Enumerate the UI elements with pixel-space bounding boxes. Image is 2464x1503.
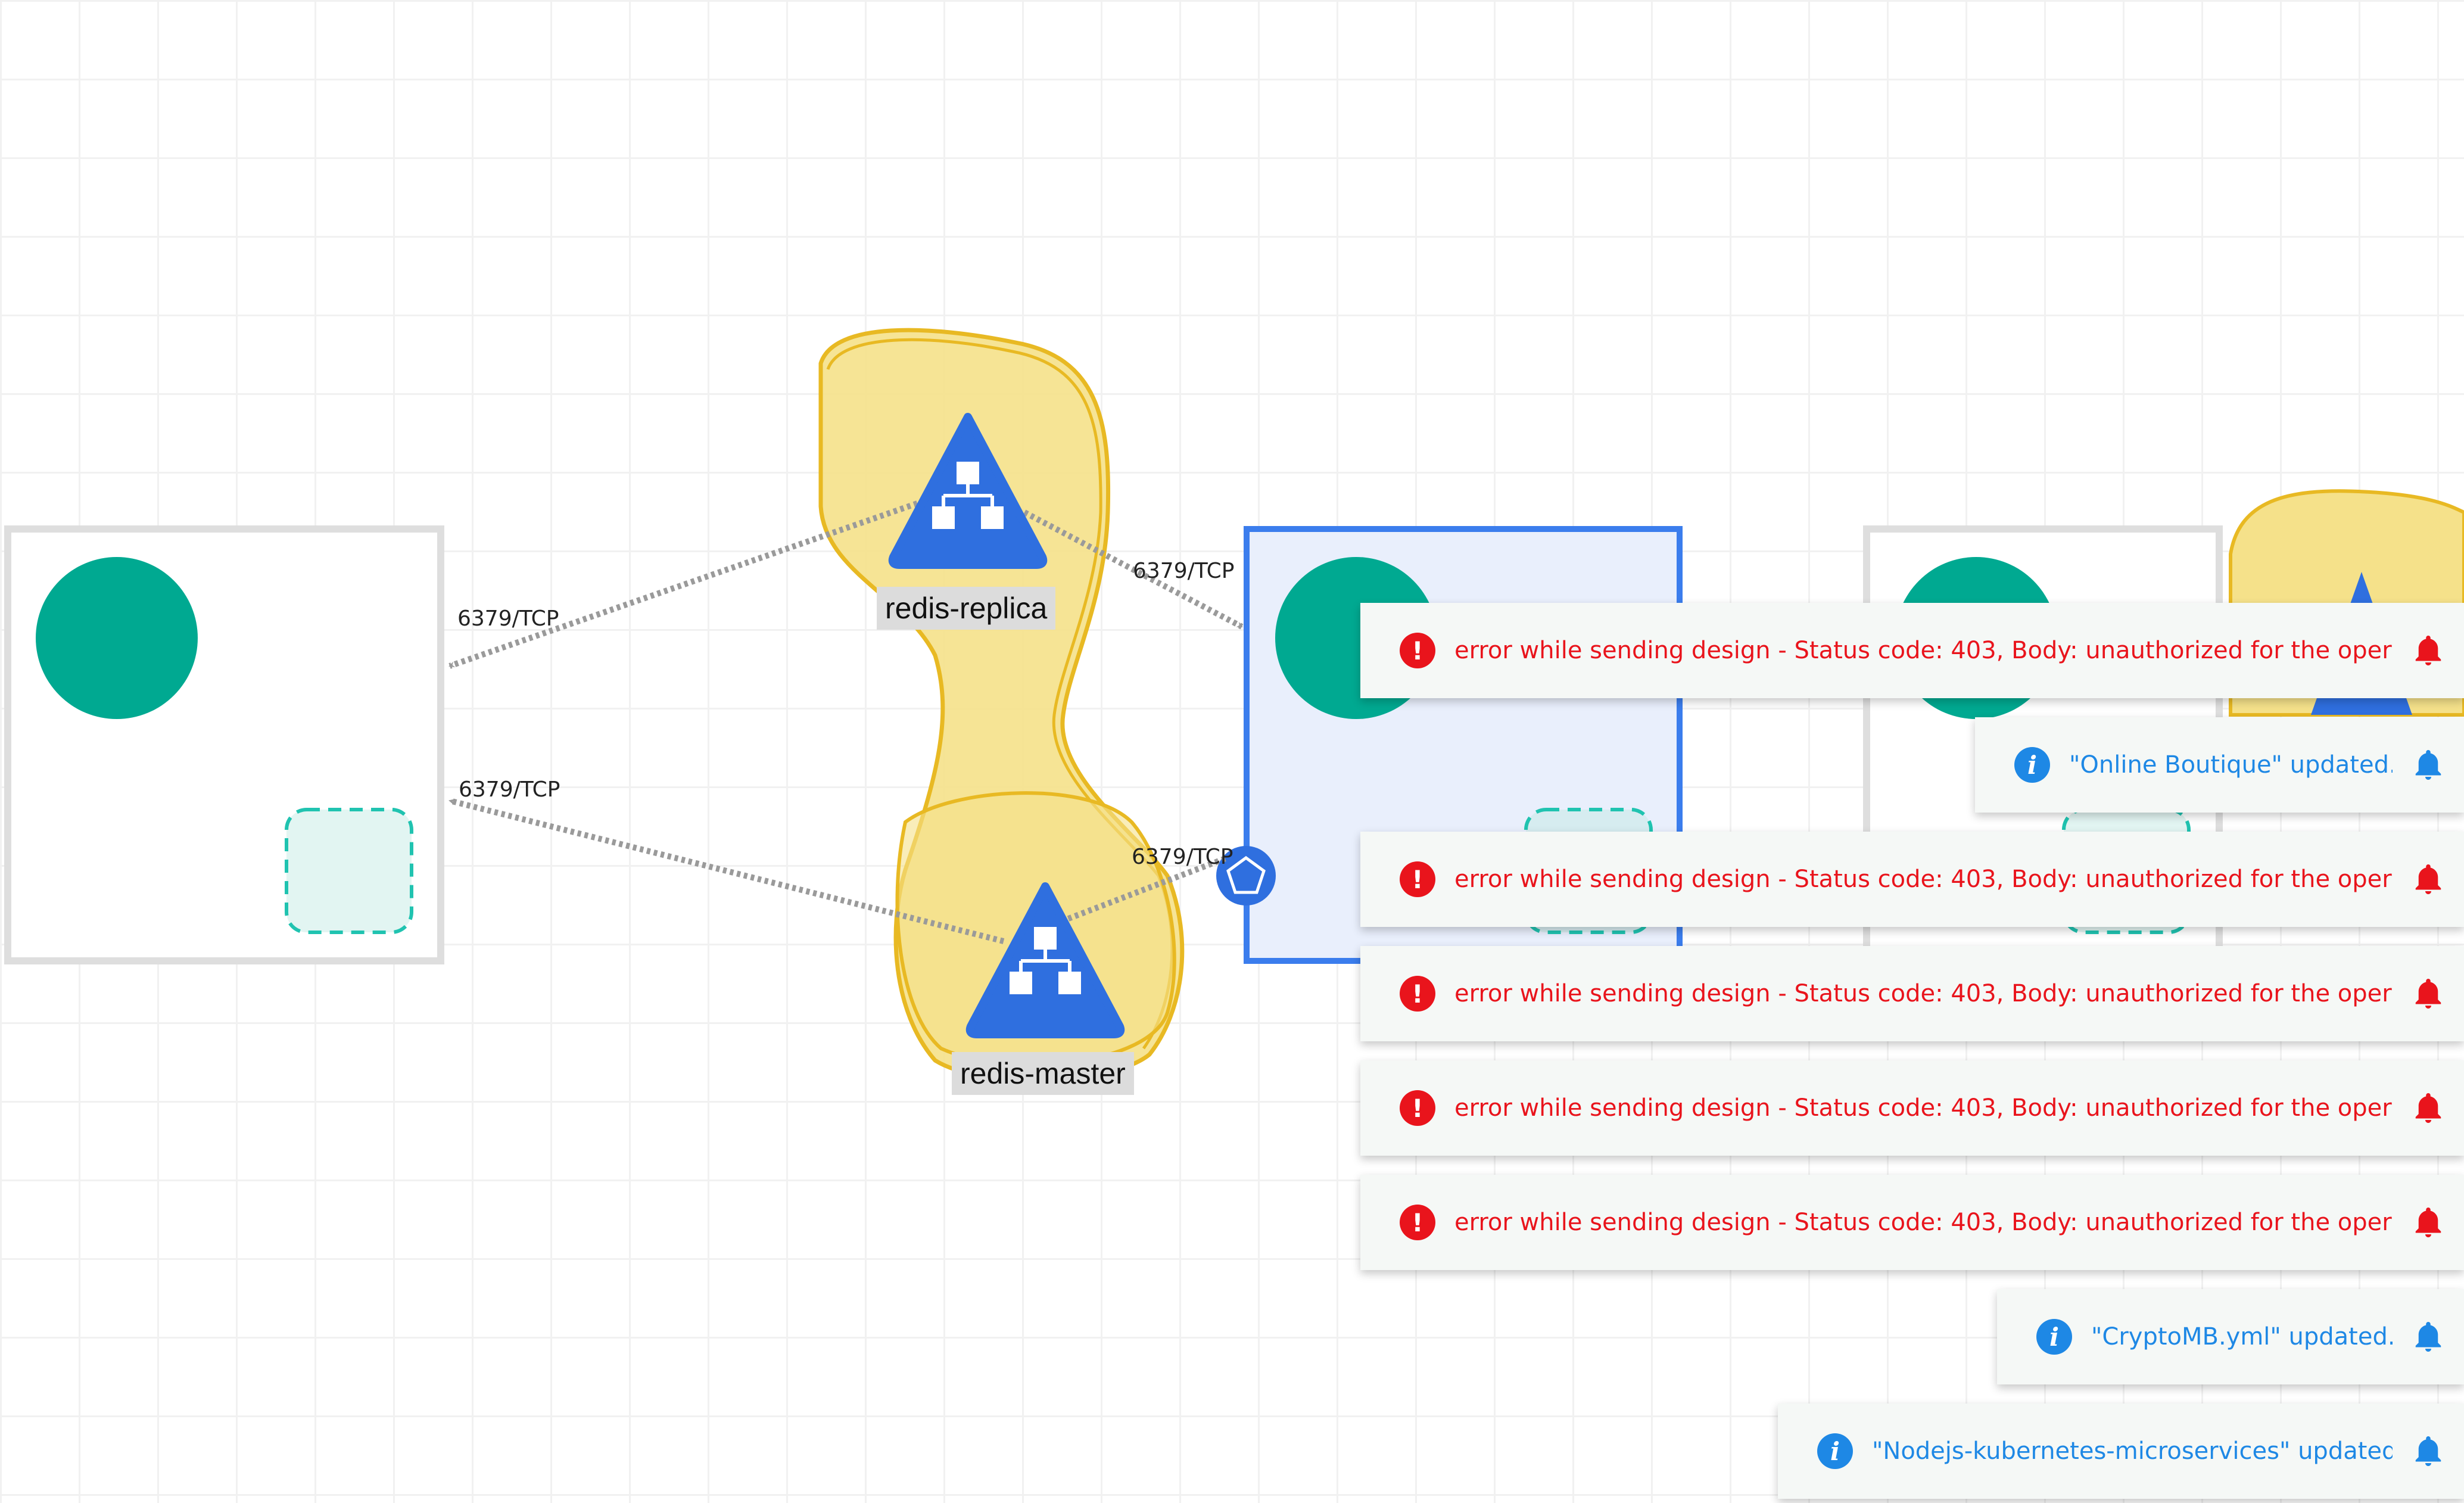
notification-toast[interactable]: ! error while sending design - Status co…	[1360, 1060, 2464, 1156]
error-icon: !	[1400, 1205, 1435, 1240]
pod-icon	[36, 557, 198, 719]
bell-icon[interactable]	[2410, 976, 2446, 1012]
edge-label: 6379/TCP	[459, 777, 560, 802]
bell-icon[interactable]	[2410, 1205, 2446, 1240]
edge-label: 6379/TCP	[1133, 559, 1235, 583]
notification-message: error while sending design - Status code…	[1454, 980, 2393, 1007]
edge-label: 6379/TCP	[1132, 845, 1233, 869]
bell-icon[interactable]	[2410, 747, 2446, 783]
notification-toast[interactable]: i "CryptoMB.yml" updated.	[1997, 1289, 2464, 1384]
node-label-redis-replica: redis-replica	[877, 587, 1056, 630]
bell-icon[interactable]	[2410, 633, 2446, 668]
node-label-redis-master: redis-master	[952, 1052, 1134, 1095]
info-icon: i	[2036, 1319, 2072, 1355]
notification-message: error while sending design - Status code…	[1454, 866, 2393, 893]
notification-message: error while sending design - Status code…	[1454, 637, 2393, 664]
edge-label: 6379/TCP	[457, 606, 559, 631]
notification-toast[interactable]: ! error while sending design - Status co…	[1360, 832, 2464, 927]
bell-icon[interactable]	[2410, 1319, 2446, 1355]
notification-toast[interactable]: ! error while sending design - Status co…	[1360, 603, 2464, 698]
notification-message: "CryptoMB.yml" updated.	[2091, 1323, 2393, 1350]
notification-message: "Nodejs-kubernetes-microservices" update…	[1872, 1437, 2393, 1465]
error-icon: !	[1400, 1090, 1435, 1126]
notification-toast[interactable]: ! error while sending design - Status co…	[1360, 946, 2464, 1041]
bell-icon[interactable]	[2410, 1433, 2446, 1469]
error-icon: !	[1400, 976, 1435, 1012]
notification-toast[interactable]: i "Online Boutique" updated.	[1975, 717, 2464, 813]
bell-icon[interactable]	[2410, 1090, 2446, 1126]
notification-toast[interactable]: ! error while sending design - Status co…	[1360, 1175, 2464, 1270]
notification-message: error while sending design - Status code…	[1454, 1094, 2393, 1122]
bell-icon[interactable]	[2410, 861, 2446, 897]
info-icon: i	[2014, 747, 2050, 783]
error-icon: !	[1400, 861, 1435, 897]
notification-message: "Online Boutique" updated.	[2069, 751, 2393, 779]
deployment-node-left[interactable]	[4, 525, 444, 964]
info-icon: i	[1817, 1433, 1853, 1469]
error-icon: !	[1400, 633, 1435, 668]
container-placeholder	[285, 808, 413, 934]
notification-toast[interactable]: i "Nodejs-kubernetes-microservices" upda…	[1778, 1404, 2464, 1499]
notification-message: error while sending design - Status code…	[1454, 1209, 2393, 1236]
edge-replica-left	[448, 500, 918, 669]
